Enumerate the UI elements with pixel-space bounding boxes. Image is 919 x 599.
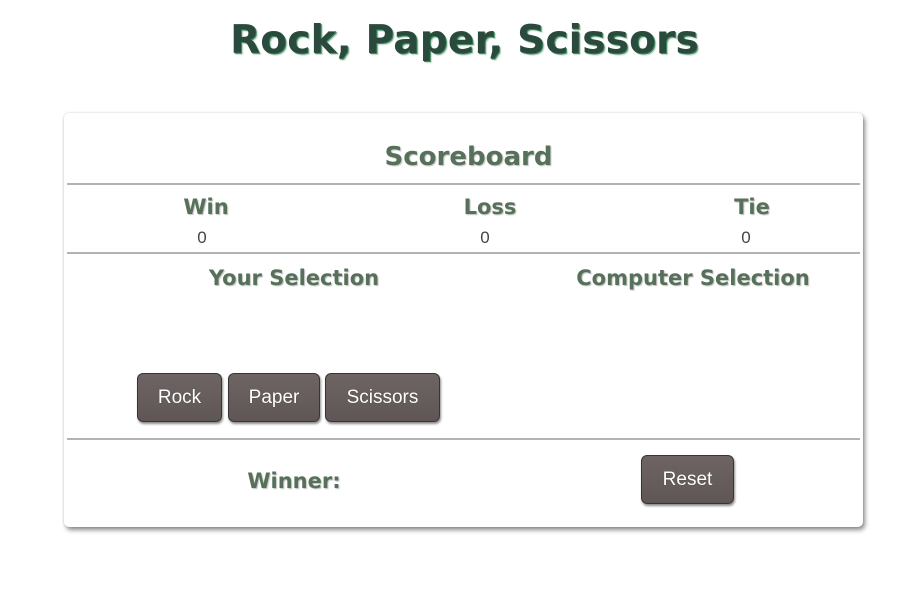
result-divider	[67, 438, 860, 440]
loss-label: Loss	[463, 195, 517, 219]
win-count: 0	[197, 228, 207, 247]
win-label: Win	[183, 195, 229, 219]
score-divider	[67, 252, 860, 254]
winner-label: Winner:	[247, 469, 341, 493]
rock-button[interactable]: Rock	[137, 373, 222, 422]
scoreboard-divider	[67, 183, 860, 185]
computer-selection-label: Computer Selection	[576, 266, 810, 290]
scoreboard-title: Scoreboard	[384, 142, 553, 172]
tie-label: Tie	[734, 195, 770, 219]
your-selection-label: Your Selection	[208, 266, 380, 290]
page-title: Rock, Paper, Scissors	[230, 18, 699, 63]
scissors-button[interactable]: Scissors	[325, 373, 440, 422]
paper-button[interactable]: Paper	[228, 373, 320, 422]
loss-count: 0	[480, 228, 490, 247]
game-card: Scoreboard Win Loss Tie 0 0 0 Your Selec…	[64, 113, 863, 527]
tie-count: 0	[741, 228, 751, 247]
reset-button[interactable]: Reset	[641, 455, 734, 504]
